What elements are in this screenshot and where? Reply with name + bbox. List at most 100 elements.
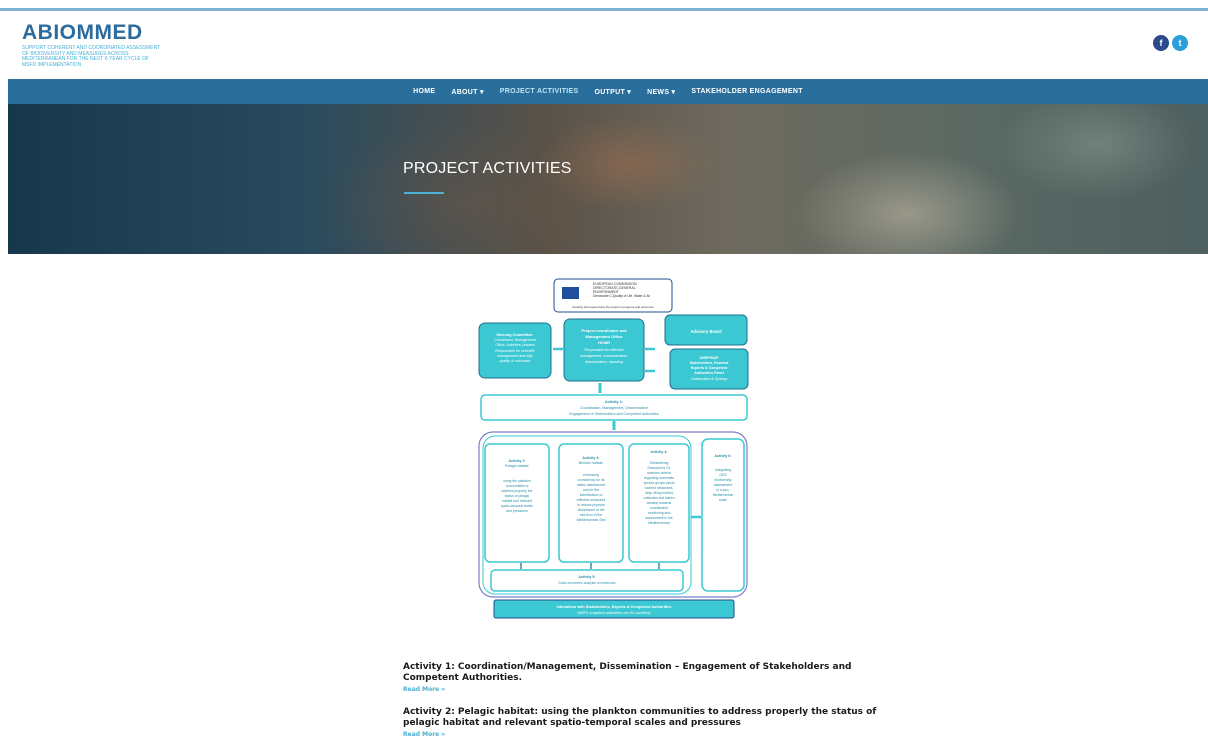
activity-1-title[interactable]: Activity 1: Coordination/Management, Dis… [403,662,883,684]
activity-6-line-8: Mediterranean [713,493,734,497]
activity-1-read-more-link[interactable]: Read More » [403,686,883,693]
activity-1-line-2: Coordination, Management, Dissemination [580,406,648,410]
activity-3-line-13: Mediterranean Sea [577,518,606,522]
activity-6-box: Activity 6: Integrating GES biodiversity… [701,438,745,592]
unep-line-4: Authorities Panel [694,371,724,375]
activity-4-line-6: regarding mammals [644,476,674,480]
advisory-label: Advisory Board [690,329,722,334]
activity-6-line-5: biodiversity [715,478,732,482]
steering-line-5: management and high [497,354,533,358]
activity-3-line-6: status assessment [577,483,605,487]
activity-6-line-9: scale [719,498,727,502]
activity-4-line-1: Activity 4: [650,450,667,454]
nav-project-activities[interactable]: PROJECT ACTIVITIES [500,88,579,95]
activity-1-box: Activity 1: Coordination, Management, Di… [480,394,748,421]
unep-line-1: UNEP/MAP [700,356,720,360]
activity-2-title[interactable]: Activity 2: Pelagic habitat: using the p… [403,707,883,729]
coordinator-line-3: HCMR [598,340,610,345]
activity-2-line-2: Pelagic habitat: [505,464,530,468]
facebook-icon[interactable]: f [1153,35,1169,51]
nav-news[interactable]: NEWS ▾ [647,88,675,96]
project-structure-diagram: EUROPEAN COMMISSION DIRECTORATE-GENERAL … [478,278,749,619]
page-title: PROJECT ACTIVITIES [403,160,572,177]
steering-line-1: Steering Committee: [496,333,533,337]
logo-subtitle: SUPPORT COHERENT AND COORDINATED ASSESSM… [22,45,161,68]
site-header: ABIOMMED SUPPORT COHERENT AND COORDINATE… [0,11,1208,79]
nav-home[interactable]: HOME [413,88,435,95]
hero-banner: PROJECT ACTIVITIES [8,104,1208,254]
title-underline [404,192,444,194]
activity-4-line-14: assessment in the [645,516,672,520]
activity-4-line-4: Descriptor's D1 [647,466,670,470]
activity-5-line-2: Socio-economic analysis of measures [559,581,616,585]
logo-title: ABIOMMED [22,21,143,44]
coordinator-line-5: management, communication, [580,354,628,358]
activity-6-line-4: GES [719,473,727,477]
activity-2-line-4: using the plankton [503,479,531,483]
activity-2-line-10: and pressures [506,509,528,513]
activity-6-line-3: Integrating [715,468,731,472]
steering-line-2: Coordinator, Management [494,338,536,342]
activity-2-box: Activity 2: Pelagic habitat: using the p… [484,443,550,563]
twitter-icon[interactable]: t [1172,35,1188,51]
coordinator-line-2: Management Office [586,334,624,339]
activity-4-line-15: Mediterranean [648,521,670,525]
activity-2-line-6: address properly the [502,489,533,493]
activity-4-line-12: coordinated [650,506,668,510]
activity-4-line-11: whales) towards [647,501,672,505]
activity-3-box: Activity 3: Benthic habitat: enhancing c… [558,443,624,563]
activity-6-line-7: in a pan- [716,488,729,492]
activity-4-line-13: monitoring and [648,511,671,515]
activity-3-line-2: Benthic habitat: [579,461,604,465]
activity-3-line-12: sea floor in the [580,513,602,517]
activity-4-line-8: toothed cetaceans, [645,486,674,490]
advisory-board-box: Advisory Board [664,314,748,346]
ec-line-4: Directorate C-Quality of Life, Water & A… [593,294,651,298]
activity-3-line-9: effective measures [577,498,606,502]
activity-4-line-7: species groups (small [644,481,675,485]
activity-5-box: Activity 5: Socio-economic analysis of m… [490,569,684,592]
coordinator-box: Project coordinator and Management Offic… [563,318,645,382]
steering-line-6: quality of outcomes [500,359,531,363]
nav-output[interactable]: OUTPUT ▾ [594,88,631,96]
activity-6-line-6: assessment [714,483,732,487]
activity-2-line-1: Activity 2: [508,459,525,463]
steering-line-3: Office, Activities Leaders [495,343,534,347]
activity-4-line-9: deep diving toothed [645,491,673,495]
activity-3-line-4: enhancing [583,473,599,477]
activity-4-box: Activity 4: Streamlining Descriptor's D1… [628,443,690,563]
activity-3-line-11: disturbance to the [578,508,605,512]
site-logo[interactable]: ABIOMMED SUPPORT COHERENT AND COORDINATE… [22,21,162,68]
nav-stakeholder-engagement[interactable]: STAKEHOLDER ENGAGEMENT [691,88,802,95]
activity-2-line-7: status of pelagic [505,494,530,498]
activity-3-line-1: Activity 3: [582,456,599,460]
activity-1-line-3: Engagement of Stakeholders and Competent… [569,412,659,416]
activity-6-line-1: Activity 6: [714,454,731,458]
steering-committee-box: Steering Committee: Coordinator, Managem… [478,322,552,379]
activity-2-read-more-link[interactable]: Read More » [403,731,883,738]
unep-line-3: Experts & Competent [691,366,728,370]
eu-flag-icon [562,287,579,299]
coordinator-line-1: Project coordinator and [581,328,627,333]
activity-4-line-10: cetaceans and baleen [643,496,674,500]
top-accent-bar [0,0,1208,11]
activity-5-line-1: Activity 5: [578,575,595,579]
unep-map-box: UNEP/MAP Stakeholders, External Experts … [669,348,749,390]
coordinator-line-4: Responsible for effective [584,348,623,352]
activity-3-line-7: and for the [583,488,599,492]
activity-2-line-5: communities to [506,484,529,488]
interaction-line-1: Interaction with Stakeholders, Experts &… [557,605,672,609]
interaction-line-2: (MSFD competent authorities, non EU coun… [577,611,650,615]
activity-3-line-10: to reduce physical [577,503,605,507]
steering-line-4: Responsible for scientific [495,349,535,353]
nav-about[interactable]: ABOUT ▾ [451,88,483,96]
activity-4-line-5: selected criteria [647,471,671,475]
ec-box: EUROPEAN COMMISSION DIRECTORATE-GENERAL … [553,278,673,313]
activity-3-line-5: consistency for its [578,478,605,482]
activity-1-line-1: Activity 1: [605,400,623,404]
activity-3-line-8: identification of [580,493,603,497]
interaction-box: Interaction with Stakeholders, Experts &… [493,599,735,619]
activity-2-line-8: habitat and relevant [502,499,532,503]
activities-list: Activity 1: Coordination/Management, Dis… [403,662,883,752]
unep-line-5: Collaboration & Synergy [691,377,728,381]
